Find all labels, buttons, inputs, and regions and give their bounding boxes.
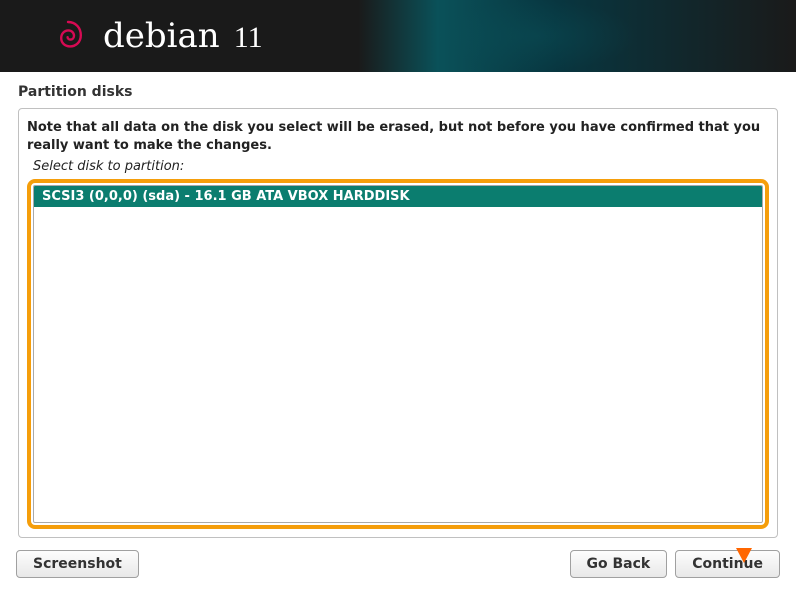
continue-button[interactable]: Continue — [675, 550, 780, 578]
debian-logo-text: debian 11 — [103, 16, 263, 56]
page-title: Partition disks — [18, 84, 778, 100]
logo-version: 11 — [234, 21, 263, 55]
instruction-text: Select disk to partition: — [27, 159, 769, 174]
disk-list[interactable]: SCSI3 (0,0,0) (sda) - 16.1 GB ATA VBOX H… — [33, 185, 763, 523]
installer-header: debian 11 — [0, 0, 796, 72]
warning-text: Note that all data on the disk you selec… — [27, 119, 769, 155]
button-bar: Screenshot Go Back Continue — [0, 538, 796, 590]
disk-item[interactable]: SCSI3 (0,0,0) (sda) - 16.1 GB ATA VBOX H… — [34, 186, 762, 207]
logo-name: debian — [103, 16, 220, 56]
go-back-button[interactable]: Go Back — [570, 550, 668, 578]
debian-swirl-icon — [48, 16, 88, 56]
main-panel: Note that all data on the disk you selec… — [18, 108, 778, 538]
disk-list-highlight: SCSI3 (0,0,0) (sda) - 16.1 GB ATA VBOX H… — [27, 179, 769, 529]
screenshot-button[interactable]: Screenshot — [16, 550, 139, 578]
